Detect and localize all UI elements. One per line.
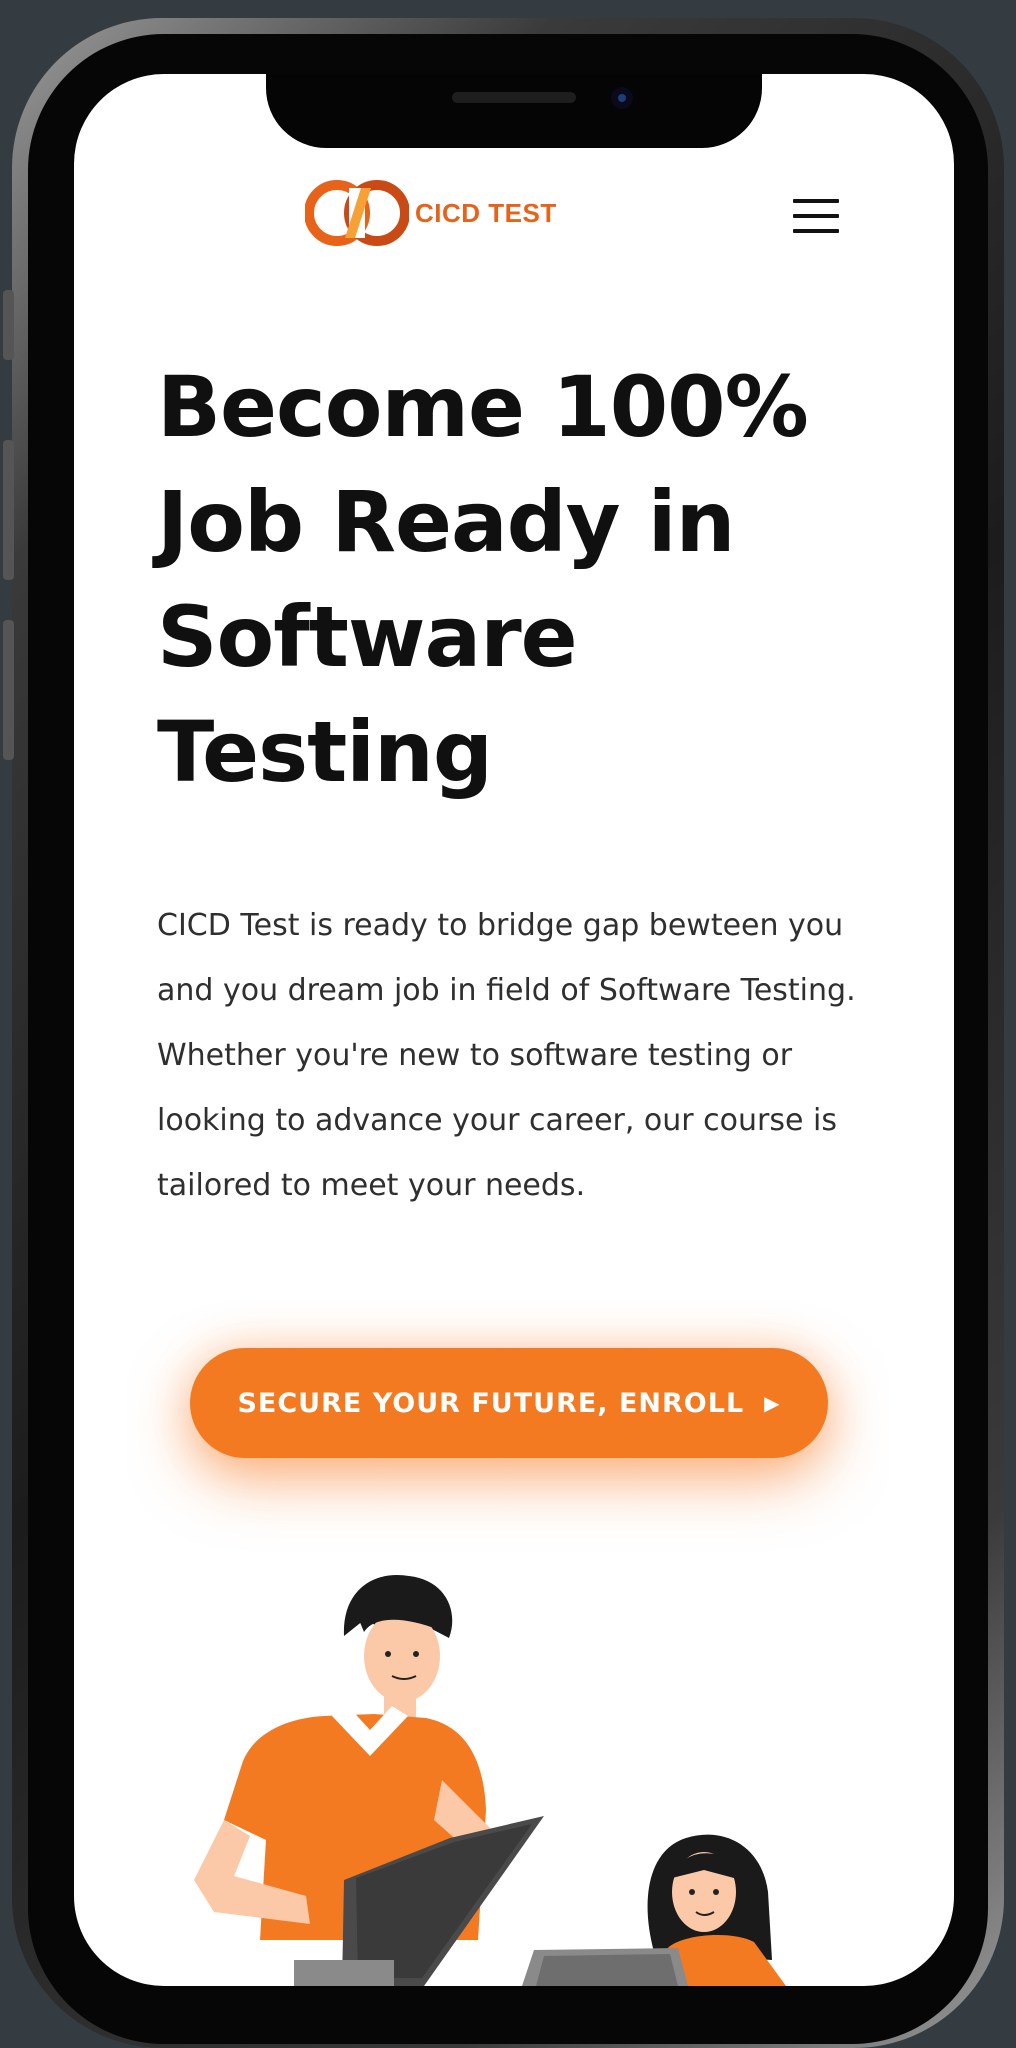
- front-camera: [611, 87, 633, 109]
- cicd-logo-icon: [305, 180, 409, 246]
- caret-right-icon: ▶: [764, 1391, 781, 1415]
- volume-down-button: [3, 620, 14, 760]
- speaker: [452, 92, 576, 103]
- hero-headline: Become 100% Job Ready in Software Testin…: [157, 358, 809, 801]
- logo[interactable]: CICD TEST: [305, 180, 557, 246]
- mute-switch: [3, 290, 14, 360]
- volume-up-button: [3, 440, 14, 580]
- notch: [266, 74, 762, 148]
- hero-illustration: [194, 1574, 786, 1986]
- enroll-button-label: SECURE YOUR FUTURE, ENROLL: [237, 1387, 745, 1419]
- enroll-button[interactable]: SECURE YOUR FUTURE, ENROLL ▶: [190, 1348, 828, 1458]
- hamburger-menu-icon[interactable]: [793, 199, 839, 233]
- logo-text: CICD TEST: [415, 197, 557, 228]
- hero-description: CICD Test is ready to bridge gap bewteen…: [157, 908, 856, 1203]
